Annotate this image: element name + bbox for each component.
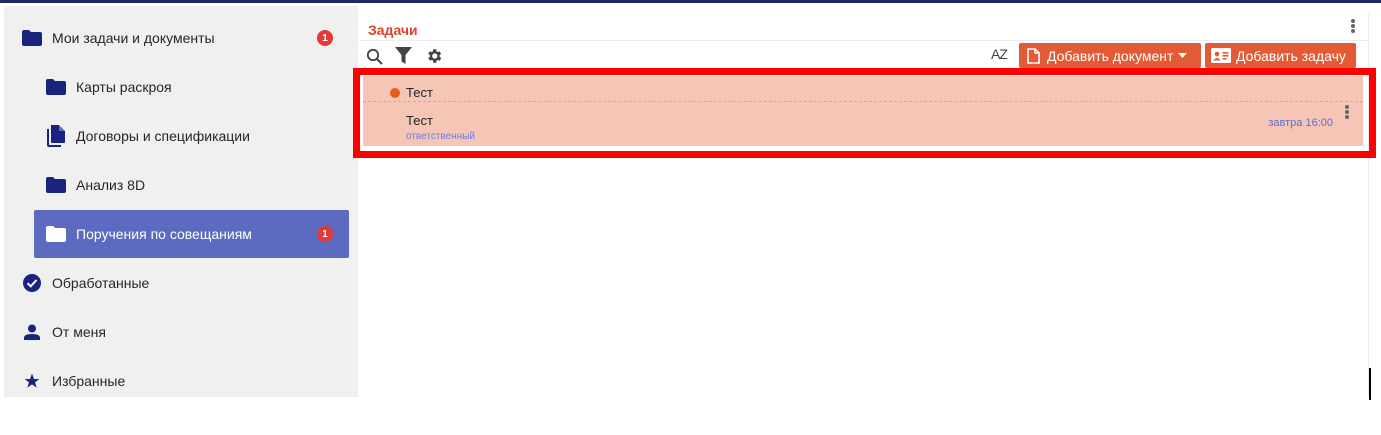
documents-icon [44, 124, 68, 148]
add-document-button[interactable]: Добавить документ [1019, 43, 1201, 68]
folder-icon [44, 75, 68, 99]
sidebar-item-label: Обработанные [52, 275, 150, 291]
task-card-icon [1211, 48, 1231, 63]
panel-header: Задачи [359, 13, 1369, 41]
top-accent-line [0, 0, 1381, 3]
task-group-title: Тест [406, 85, 433, 100]
sidebar-item-contracts[interactable]: Договоры и спецификации [44, 112, 344, 160]
task-title: Тест [406, 113, 433, 128]
panel-menu-icon[interactable] [1351, 19, 1355, 33]
star-icon [20, 369, 44, 393]
sidebar-item-processed[interactable]: Обработанные [20, 259, 350, 307]
folder-icon [44, 173, 68, 197]
task-list: Тест Тест ответственный завтра 16:00 [363, 76, 1363, 148]
list-item[interactable]: Тест ответственный завтра 16:00 [363, 103, 1363, 148]
sidebar-item-label: От меня [52, 324, 106, 340]
person-icon [20, 320, 44, 344]
sidebar-item-label: Мои задачи и документы [52, 30, 215, 46]
sidebar-item-label: Поручения по совещаниям [76, 226, 252, 242]
filter-icon[interactable] [393, 46, 413, 66]
add-document-label: Добавить документ [1047, 47, 1174, 64]
sidebar-item-meeting-assignments[interactable]: Поручения по совещаниям 1 [34, 210, 349, 258]
sidebar-item-label: Договоры и спецификации [76, 128, 250, 144]
status-dot [390, 88, 400, 98]
panel-title: Задачи [368, 22, 418, 38]
task-role: ответственный [406, 131, 475, 142]
sidebar-item-favorites[interactable]: Избранные [20, 357, 350, 405]
sidebar-item-8d-analysis[interactable]: Анализ 8D [44, 161, 344, 209]
task-menu-icon[interactable] [1345, 105, 1349, 119]
sidebar-item-label: Анализ 8D [76, 177, 146, 193]
sidebar-item-label: Карты раскроя [76, 79, 172, 95]
task-due-date: завтра 16:00 [1268, 117, 1333, 129]
sort-az-icon[interactable]: AZ [991, 46, 1008, 62]
task-group-header[interactable]: Тест [363, 76, 1363, 102]
chevron-down-icon[interactable] [1178, 52, 1188, 59]
settings-icon[interactable] [424, 46, 444, 66]
sidebar-item-cutting-cards[interactable]: Карты раскроя [44, 63, 344, 111]
folder-icon [44, 222, 68, 246]
unread-badge: 1 [317, 30, 333, 46]
check-circle-icon [20, 271, 44, 295]
unread-badge: 1 [317, 226, 333, 242]
sidebar-item-my-tasks[interactable]: Мои задачи и документы 1 [20, 14, 350, 62]
add-task-label: Добавить задачу [1236, 47, 1346, 64]
add-task-button[interactable]: Добавить задачу [1205, 43, 1356, 68]
sidebar: Мои задачи и документы 1 Карты раскроя Д… [4, 6, 358, 397]
sidebar-item-from-me[interactable]: От меня [20, 308, 350, 356]
tasks-panel: Задачи AZ Добавить документ Добавить зад… [359, 13, 1369, 397]
document-icon [1027, 47, 1040, 64]
sidebar-item-label: Избранные [52, 373, 126, 389]
search-icon[interactable] [364, 46, 384, 66]
text-cursor [1369, 368, 1371, 400]
folder-icon [20, 26, 44, 50]
